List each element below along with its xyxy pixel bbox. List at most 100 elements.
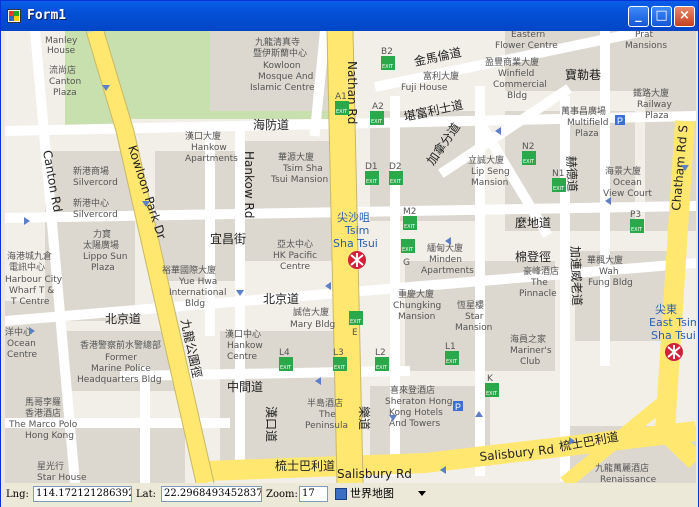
place-manley-en: Manley [45,36,78,46]
place-star-cn: 恆星樓 [457,299,484,311]
chevron-down-icon[interactable] [418,491,426,496]
place-sheraton-en3: And Towers [389,419,441,429]
cameron-rd-label: 寶勒巷 [565,67,601,82]
exit-sign-text-5: EXIT [404,224,416,230]
place-canton-plaza-cn: 流尚店 [49,64,76,76]
place-chungking-en2: Mansion [398,312,435,322]
exit-sign-text-10: EXIT [446,359,458,365]
place-silvercord-cn: 新港商場 [73,165,109,177]
place-marine-police-en2: Marine Police [91,364,151,374]
place-peninsula-en2: Peninsula [305,421,348,431]
place-tst-mansion-en: Tsim Sha [282,164,323,174]
exit-g-label: G [403,258,410,268]
place-star-house-cn: 星光行 [37,460,64,472]
place-harbour-en2: Wharf T & [9,286,54,296]
place-pinnacle-cn: 豪峰酒店 [523,265,559,277]
place-marcopolo-en2: Hong Kong [25,431,74,441]
place-silvercord2-cn: 新港中心 [73,197,109,209]
exit-a2-label: A2 [372,102,384,112]
lng-field[interactable]: 114.172121286392 [33,486,132,502]
exit-sign-text-12: EXIT [334,365,346,371]
place-harbour-cn: 海港城九倉 [7,250,52,262]
station-tst-en2: Sha Tsui [333,237,378,250]
maximize-button[interactable]: □ [651,6,672,27]
place-harbour-cn2: 電訊中心 [9,261,45,273]
place-silvercord2-en: Silvercord [73,210,118,220]
place-yuehwa-cn: 裕華國際大廈 [162,264,216,276]
place-pinnacle-en: The [530,278,548,288]
place-yuehwa-en2: International [169,288,226,298]
close-button[interactable]: × [674,6,695,27]
exit-sign-text-11: EXIT [376,365,388,371]
place-minden-en: Minden [429,255,462,265]
place-marine-police-en3: Headquarters Bldg [77,375,162,385]
map-canvas[interactable]: Nathan Rd Kowloon Park Dr 九龍公園徑 Hankow R… [5,31,696,483]
exit-sign-text-13: EXIT [280,365,292,371]
place-mary-en: Mary Bldg [290,320,335,330]
exit-l4-label: L4 [279,348,290,358]
exit-d2-label: D2 [389,162,402,172]
minden-ave-label: 棉登徑 [515,249,551,264]
exit-sign-text-0: EXIT [371,119,383,125]
exit-sign-text-6: EXIT [402,247,414,253]
place-oceanview-en: Ocean [613,178,642,188]
place-lipseng-en2: Mansion [471,178,508,188]
place-marine-police-en: Former [105,353,137,363]
place-winfield-en3: Bldg [507,91,527,101]
place-hankow-ctr-cn: 漢口中心 [225,328,261,340]
place-manley-en2: House [47,46,76,56]
place-lipseng-en: Lip Seng [471,167,510,177]
hankow-rd-label: Hankow Rd [242,151,256,218]
exit-n2-label: N2 [522,142,534,152]
place-mosque-en3: Islamic Centre [250,83,315,93]
place-silvercord-en: Silvercord [73,178,118,188]
place-sheraton-en2: Kong Hotels [389,408,443,418]
lat-field[interactable]: 22.2968493452837 [161,486,262,502]
minimize-button[interactable]: _ [628,6,649,27]
map-view[interactable]: Nathan Rd Kowloon Park Dr 九龍公園徑 Hankow R… [5,31,696,483]
place-peninsula-en: The [318,410,336,420]
exit-m2-label: M2 [403,207,417,217]
zoom-field[interactable]: 17 [299,486,328,502]
place-harbour-en: Harbour City [5,275,63,285]
place-mosque-en2: Mosque And [258,72,313,82]
exit-sign-text-8: EXIT [523,159,535,165]
place-prat-en2: Mansions [625,41,667,51]
map-type-select[interactable]: 世界地图 [335,486,394,502]
place-prat-en: Prat [635,31,653,40]
hart-ave-label: 赫德道 [564,156,580,193]
place-wahfung-en2: Fung Bldg [588,278,633,288]
place-yuehwa-en: Yue Hwa [178,277,217,287]
window-title: Form1 [27,8,67,23]
place-eastern-en2: Flower Centre [495,41,558,51]
place-fuji-cn: 富利大廈 [423,70,459,82]
peking-rd-label: 北京道 [263,292,299,306]
place-eastern-en: Eastern [511,31,545,40]
place-ocean-ctr-en: Ocean [7,339,36,349]
exit-l2-label: L2 [375,348,386,358]
place-mosque-cn2: 暨伊斯蘭中心 [253,47,307,59]
place-hankow-apt-en: Hankow [191,143,227,153]
exit-sign-text-1: EXIT [336,109,348,115]
exit-sign-text-15: EXIT [486,391,498,397]
hankow-rd-cn-label: 漢口道 [264,406,278,442]
place-yuehwa-en3: Bldg [185,299,205,309]
place-star-en: Star [465,312,484,322]
haiphong-rd-label: 海防道 [253,117,289,132]
place-chungking-cn: 重慶大廈 [398,288,434,300]
station-tst-en: Tsim [344,224,369,237]
ichang-st-label: 宜昌街 [210,231,246,246]
place-mosque-cn: 九龍清真寺 [255,36,300,48]
exit-n1-label: N1 [552,169,564,179]
map-type-value: 世界地图 [350,487,394,500]
zoom-label: Zoom: [266,489,298,500]
place-chungking-en: Chungking [393,301,441,311]
middle-rd-label: 中間道 [227,379,263,394]
peking-rd-label-2: 北京道 [105,312,141,326]
place-tst-mansion-en2: Tsui Mansion [270,175,328,185]
place-hkpacific-cn: 亞太中心 [277,238,313,250]
place-lipseng-cn: 立誠大廈 [468,154,504,166]
title-bar[interactable]: Form1 _ □ × [1,1,698,31]
place-lippo-cn: 力寶 [93,228,111,240]
place-pinnacle-en2: Pinnacle [519,289,557,299]
